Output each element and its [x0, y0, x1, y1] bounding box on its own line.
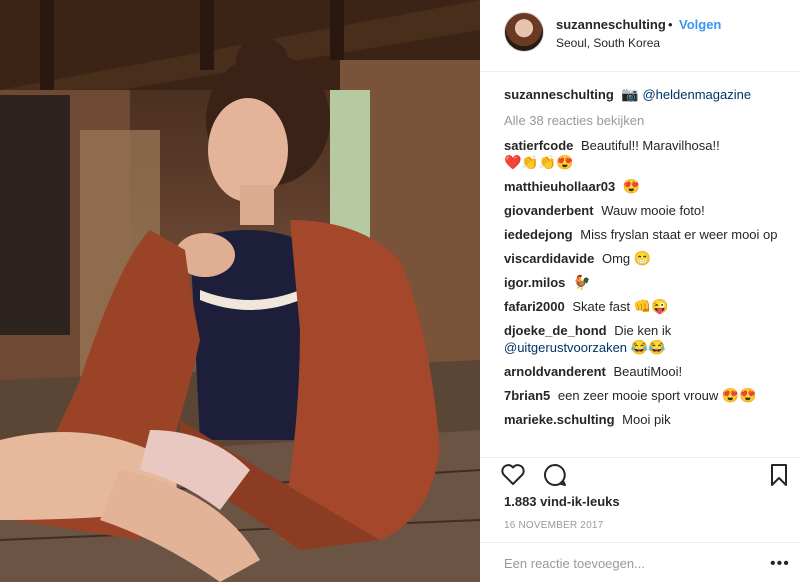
- comment-text: een zeer mooie sport vrouw: [557, 388, 719, 403]
- action-bar: [480, 457, 800, 487]
- post-photo[interactable]: [0, 0, 480, 582]
- comment-emoji: 😁: [633, 250, 652, 266]
- comment-username[interactable]: satierfcode: [504, 138, 573, 153]
- comment-text: Miss fryslan staat er weer mooi op: [580, 227, 778, 242]
- comment-item: viscardidavide Omg 😁: [504, 250, 790, 267]
- comment-text: Die ken ik: [614, 323, 672, 338]
- comment-item: djoeke_de_hond Die ken ik @uitgerustvoor…: [504, 322, 790, 356]
- avatar[interactable]: [504, 12, 544, 52]
- header-separator-dot: •: [668, 17, 673, 32]
- comment-username[interactable]: djoeke_de_hond: [504, 323, 607, 338]
- comment-emoji: 🐓: [573, 274, 591, 290]
- location-link[interactable]: Seoul, South Korea: [556, 36, 660, 50]
- comment-emoji: 😍😍: [721, 387, 757, 403]
- comment-item: 7brian5 een zeer mooie sport vrouw 😍😍: [504, 387, 790, 404]
- likes-count[interactable]: 1.883 vind-ik-leuks: [504, 494, 620, 509]
- comment-item: arnoldvanderent BeautiMooi!: [504, 363, 790, 380]
- instagram-post: suzanneschulting • Volgen Seoul, South K…: [0, 0, 800, 582]
- post-sidebar: suzanneschulting • Volgen Seoul, South K…: [480, 0, 800, 582]
- caption-username[interactable]: suzanneschulting: [504, 87, 614, 102]
- comment-username[interactable]: fafari2000: [504, 299, 565, 314]
- comment-username[interactable]: giovanderbent: [504, 203, 594, 218]
- heart-icon[interactable]: [500, 463, 526, 487]
- caption: suzanneschulting 📷 @heldenmagazine: [504, 86, 790, 103]
- comment-username[interactable]: arnoldvanderent: [504, 364, 606, 379]
- comment-item: iededejong Miss fryslan staat er weer mo…: [504, 226, 790, 243]
- follow-button[interactable]: Volgen: [679, 17, 721, 32]
- more-options-button[interactable]: •••: [770, 555, 790, 573]
- post-header: suzanneschulting • Volgen Seoul, South K…: [480, 0, 800, 72]
- comment-username[interactable]: iededejong: [504, 227, 573, 242]
- comment-text: Mooi pik: [622, 412, 671, 427]
- comment-mention[interactable]: @uitgerustvoorzaken: [504, 340, 627, 355]
- comment-text: Wauw mooie foto!: [601, 203, 705, 218]
- camera-emoji: 📷: [621, 86, 639, 102]
- comment-username[interactable]: matthieuhollaar03: [504, 179, 615, 194]
- comment-item: igor.milos 🐓: [504, 274, 790, 291]
- comment-item: fafari2000 Skate fast 👊😜: [504, 298, 790, 315]
- comment-text: Omg: [601, 251, 631, 266]
- comments-list[interactable]: suzanneschulting 📷 @heldenmagazine Alle …: [504, 86, 790, 456]
- comment-username[interactable]: viscardidavide: [504, 251, 594, 266]
- add-comment-bar: •••: [480, 542, 800, 582]
- post-date: 16 NOVEMBER 2017: [504, 520, 604, 531]
- comment-input[interactable]: [504, 553, 754, 573]
- comment-item: matthieuhollaar03 😍: [504, 178, 790, 195]
- bookmark-icon[interactable]: [766, 463, 792, 487]
- comment-emoji: ❤️👏👏😍: [504, 154, 574, 170]
- comment-bubble-icon[interactable]: [542, 463, 568, 487]
- comment-emoji: 👊😜: [633, 298, 669, 314]
- view-all-comments-button[interactable]: Alle 38 reacties bekijken: [504, 112, 790, 129]
- comment-item: giovanderbent Wauw mooie foto!: [504, 202, 790, 219]
- comment-emoji: 😂😂: [630, 339, 666, 355]
- comment-text: BeautiMooi!: [613, 364, 683, 379]
- comment-text: Skate fast: [572, 299, 631, 314]
- comment-text: Beautiful!! Maravilhosa!!: [581, 138, 720, 153]
- comment-username[interactable]: 7brian5: [504, 388, 550, 403]
- photo-illustration: [0, 0, 480, 582]
- comment-item: satierfcode Beautiful!! Maravilhosa!! ❤️…: [504, 137, 790, 171]
- header-username[interactable]: suzanneschulting: [556, 17, 666, 32]
- comment-username[interactable]: igor.milos: [504, 275, 565, 290]
- comment-item: marieke.schulting Mooi pik: [504, 411, 790, 428]
- comment-emoji: 😍: [622, 178, 641, 194]
- comment-username[interactable]: marieke.schulting: [504, 412, 615, 427]
- caption-mention[interactable]: @heldenmagazine: [642, 87, 751, 102]
